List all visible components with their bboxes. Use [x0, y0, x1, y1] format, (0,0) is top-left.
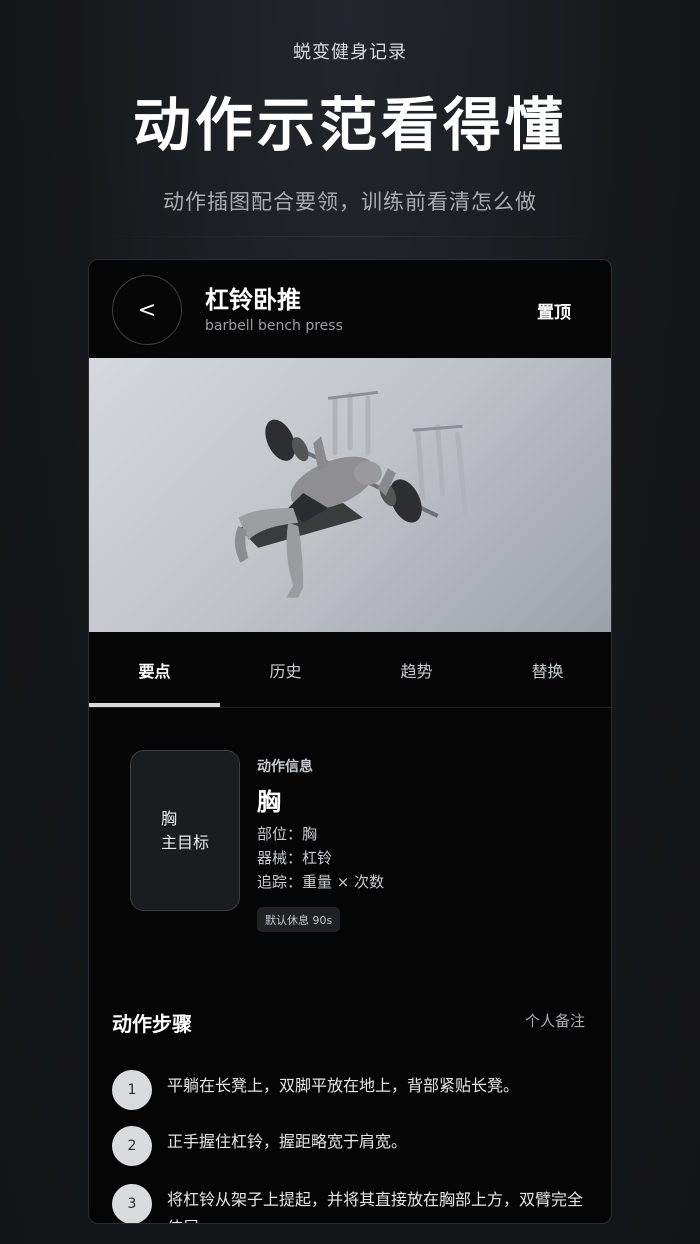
tab-trend[interactable]: 趋势	[351, 632, 482, 708]
info-body-part: 部位：胸	[257, 825, 318, 843]
step-number: 3	[112, 1184, 152, 1223]
step-number: 2	[112, 1126, 152, 1166]
tab-replace[interactable]: 替换	[482, 632, 611, 708]
info-tracking: 追踪：重量 × 次数	[257, 873, 385, 891]
chevron-left-icon: <	[137, 297, 157, 323]
personal-notes-button[interactable]: 个人备注	[525, 1010, 585, 1031]
exercise-title: 杠铃卧推	[205, 286, 301, 314]
step-text: 将杠铃从架子上提起，并将其直接放在胸部上方，双臂完全伸展。	[167, 1190, 584, 1223]
info-section-label: 动作信息	[257, 759, 313, 775]
tab-bar: 要点 历史 趋势 替换	[89, 632, 611, 708]
promo-headline: 动作示范看得懂	[132, 91, 567, 159]
active-tab-indicator	[89, 703, 220, 707]
phone-screen: < 杠铃卧推 barbell bench press 置顶 要点 历史 趋势 替…	[88, 259, 612, 1224]
exercise-illustration	[89, 358, 611, 632]
muscle-card: 胸 主目标	[130, 750, 240, 911]
divider	[90, 236, 610, 237]
pin-button[interactable]: 置顶	[537, 298, 571, 323]
exercise-header: < 杠铃卧推 barbell bench press 置顶	[89, 260, 611, 358]
info-muscle: 胸	[257, 788, 281, 816]
back-button[interactable]: <	[112, 275, 182, 345]
muscle-card-muscle: 胸	[161, 808, 178, 828]
step-text: 平躺在长凳上，双脚平放在地上，背部紧贴长凳。	[167, 1076, 520, 1095]
muscle-card-role: 主目标	[161, 832, 210, 852]
app-name: 蜕变健身记录	[293, 42, 407, 63]
step-number: 1	[112, 1070, 152, 1110]
bench-press-figure-image	[234, 390, 469, 598]
step-text: 正手握住杠铃，握距略宽于肩宽。	[167, 1132, 408, 1151]
exercise-subtitle: barbell bench press	[205, 318, 343, 334]
tab-key-points[interactable]: 要点	[89, 632, 220, 708]
tab-history[interactable]: 历史	[220, 632, 351, 708]
rest-badge: 默认休息 90s	[257, 907, 341, 932]
promo-description: 动作插图配合要领，训练前看清怎么做	[163, 190, 537, 214]
info-equipment: 器械：杠铃	[257, 849, 333, 867]
steps-title: 动作步骤	[112, 1012, 192, 1036]
